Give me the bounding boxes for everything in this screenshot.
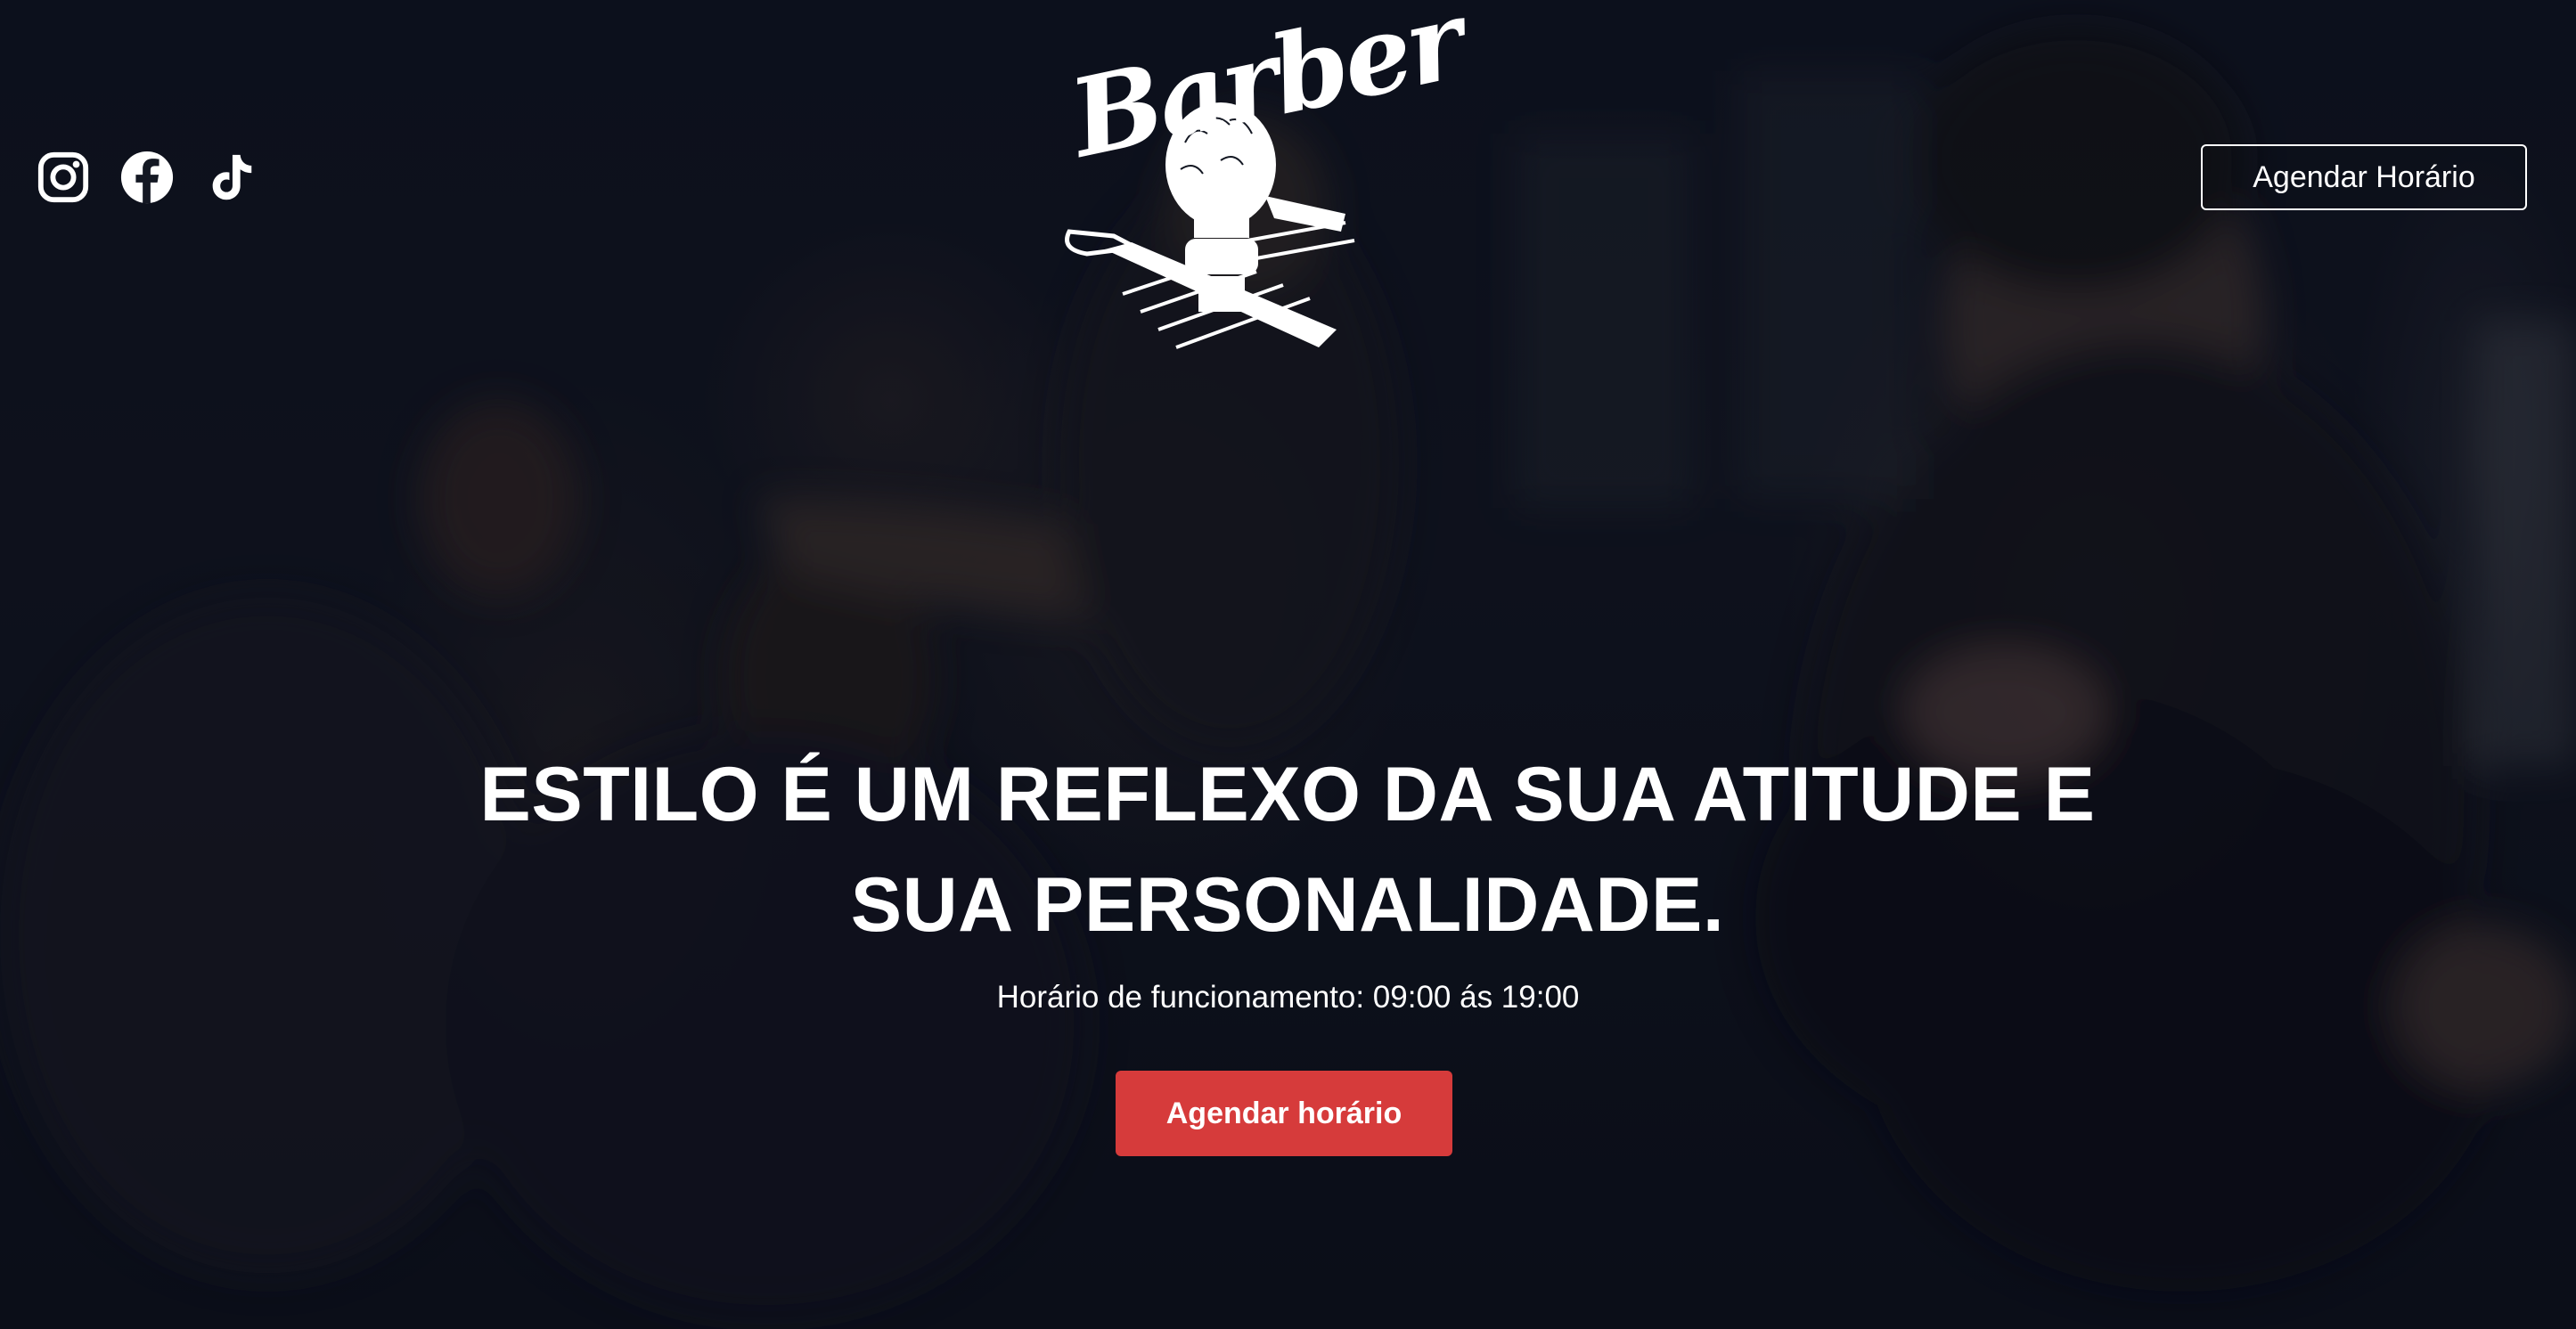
tiktok-icon[interactable] (203, 150, 258, 205)
schedule-header-button[interactable]: Agendar Horário (2201, 144, 2527, 210)
barber-logo[interactable]: Barber (1051, 0, 1472, 374)
schedule-hero-button[interactable]: Agendar horário (1116, 1071, 1452, 1156)
facebook-icon[interactable] (119, 150, 175, 205)
hero-headline-line-1: ESTILO É UM REFLEXO DA SUA ATITUDE E (479, 752, 2096, 837)
hero-section: Barber Agendar Horário ESTILO É UM REFLE… (0, 0, 2576, 1329)
social-links (36, 150, 258, 205)
hero-headline: ESTILO É UM REFLEXO DA SUA ATITUDE E SUA… (356, 739, 2219, 960)
business-hours-text: Horário de funcionamento: 09:00 ás 19:00 (996, 980, 1580, 1015)
instagram-icon[interactable] (36, 150, 91, 205)
hero-headline-line-2: SUA PERSONALIDADE. (850, 862, 1725, 948)
